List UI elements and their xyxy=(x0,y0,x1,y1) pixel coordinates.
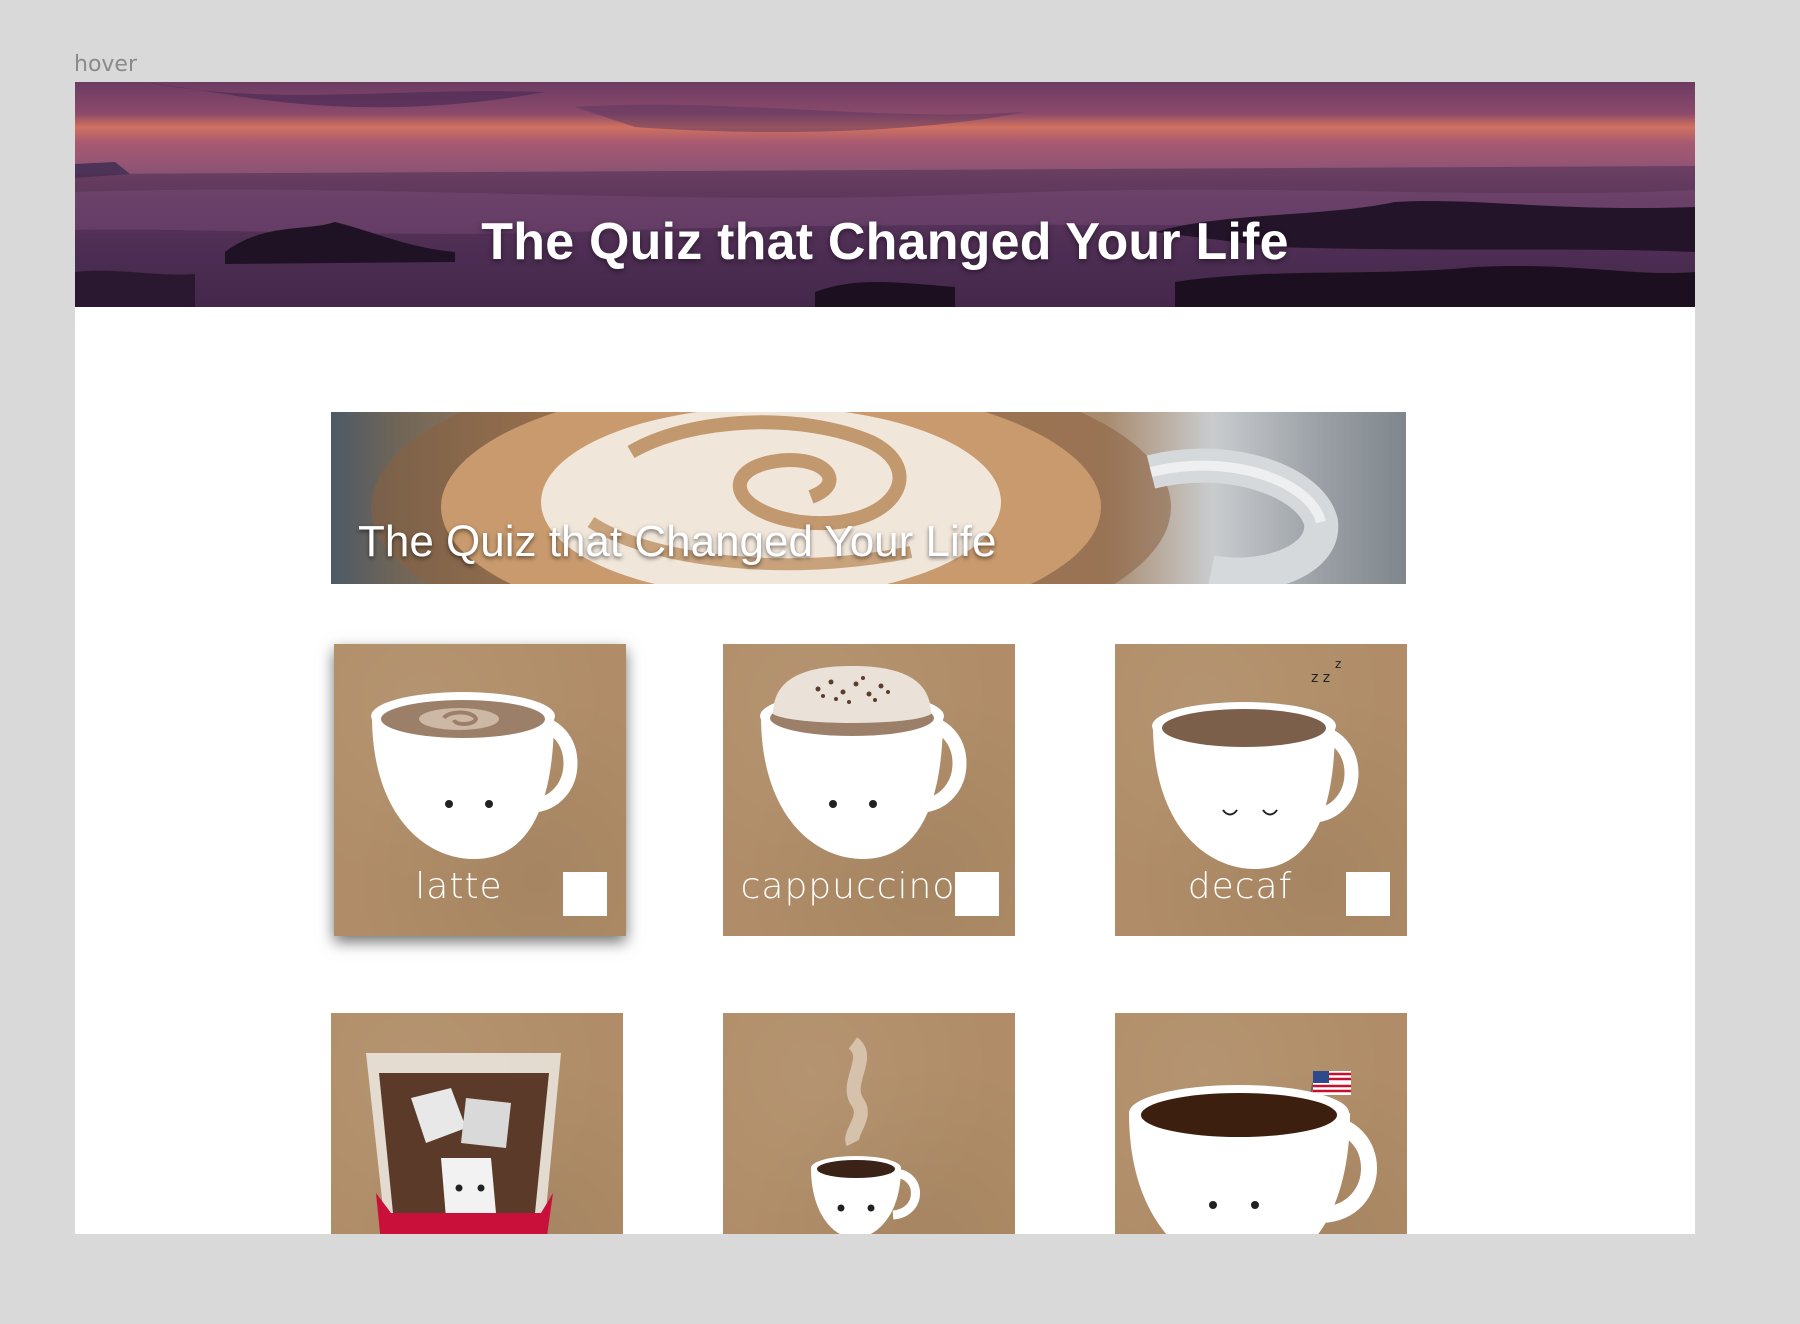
hero-banner: The Quiz that Changed Your Life xyxy=(75,82,1695,307)
select-checkbox[interactable] xyxy=(1346,872,1390,916)
quiz-banner: The Quiz that Changed Your Life xyxy=(331,412,1406,584)
sunset-seascape-image xyxy=(75,82,1695,307)
svg-text:z: z xyxy=(1335,657,1341,671)
svg-text:z z: z z xyxy=(1311,670,1330,686)
answer-card-espresso[interactable] xyxy=(723,1013,1015,1234)
answer-card-americano[interactable] xyxy=(1115,1013,1407,1234)
page-title: The Quiz that Changed Your Life xyxy=(481,213,1289,271)
answer-card-cappuccino[interactable]: cappuccino xyxy=(723,644,1015,936)
iced-coffee-glass-icon xyxy=(366,1053,561,1234)
select-checkbox[interactable] xyxy=(955,872,999,916)
banner-title: The Quiz that Changed Your Life xyxy=(358,517,997,566)
card-label: decaf xyxy=(1187,866,1293,907)
answer-card-decaf[interactable]: z z z decaf xyxy=(1115,644,1407,936)
americano-cup-icon xyxy=(1129,1071,1377,1234)
page-canvas: The Quiz that Changed Your Life The Quiz… xyxy=(75,82,1695,1234)
select-checkbox[interactable] xyxy=(563,872,607,916)
state-label: hover xyxy=(74,52,138,77)
answer-card-iced-coffee[interactable] xyxy=(331,1013,623,1234)
espresso-cup-icon xyxy=(811,1037,920,1234)
card-label: latte xyxy=(415,866,503,907)
answer-card-latte[interactable]: latte xyxy=(334,644,626,936)
card-label: cappuccino xyxy=(740,866,956,907)
